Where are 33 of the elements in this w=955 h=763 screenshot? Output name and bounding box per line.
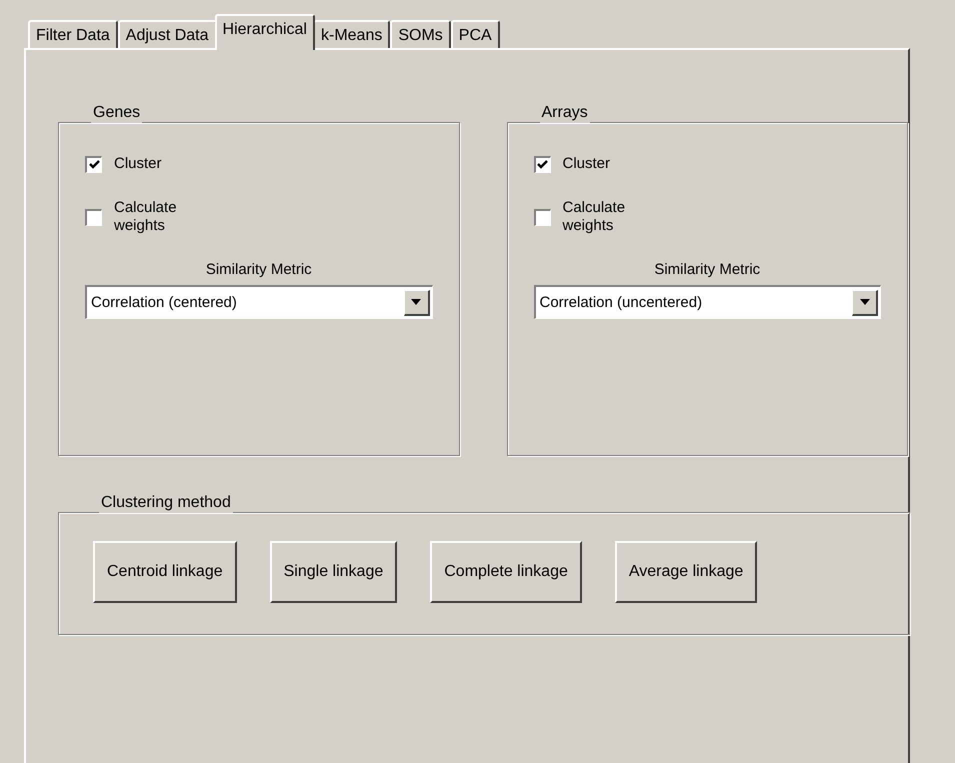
field-label: Similarity Metric xyxy=(653,261,762,279)
tab[interactable]: PCA xyxy=(450,20,500,48)
checkbox-label: Cluster xyxy=(114,155,162,173)
caret-icon xyxy=(860,299,870,305)
linkage-button[interactable]: Average linkage xyxy=(614,541,758,603)
tab[interactable]: SOMs xyxy=(390,20,451,48)
tab[interactable]: k-Means xyxy=(312,20,390,48)
dropdown[interactable]: Correlation (uncentered) xyxy=(534,285,881,319)
dropdown-button[interactable] xyxy=(852,290,878,316)
linkage-button[interactable]: Centroid linkage xyxy=(93,541,237,603)
checkbox-label: Cluster xyxy=(562,155,610,173)
group-title: Arrays xyxy=(540,105,589,121)
dropdown-value: Correlation (uncentered) xyxy=(540,294,702,312)
caret-icon xyxy=(411,299,421,305)
checkbox[interactable] xyxy=(534,156,550,172)
checkbox-label: Calculate weights xyxy=(114,199,177,235)
tab[interactable]: Filter Data xyxy=(28,20,118,48)
linkage-button[interactable]: Complete linkage xyxy=(430,541,582,603)
linkage-button[interactable]: Single linkage xyxy=(270,541,398,603)
checkbox-label: Calculate weights xyxy=(562,199,626,235)
dropdown-button[interactable] xyxy=(404,290,430,316)
group-title: Genes xyxy=(92,105,142,121)
checkbox[interactable] xyxy=(534,208,550,226)
dropdown-value: Correlation (centered) xyxy=(91,294,237,312)
tab[interactable]: Adjust Data xyxy=(118,20,217,48)
check-icon xyxy=(88,159,100,170)
dropdown[interactable]: Correlation (centered) xyxy=(85,285,432,319)
group-title: Clustering method xyxy=(100,495,232,511)
checkbox[interactable] xyxy=(85,156,102,172)
field-label: Similarity Metric xyxy=(204,261,313,279)
check-icon xyxy=(537,159,548,170)
tab[interactable]: Hierarchical xyxy=(214,14,315,50)
checkbox[interactable] xyxy=(85,208,102,226)
